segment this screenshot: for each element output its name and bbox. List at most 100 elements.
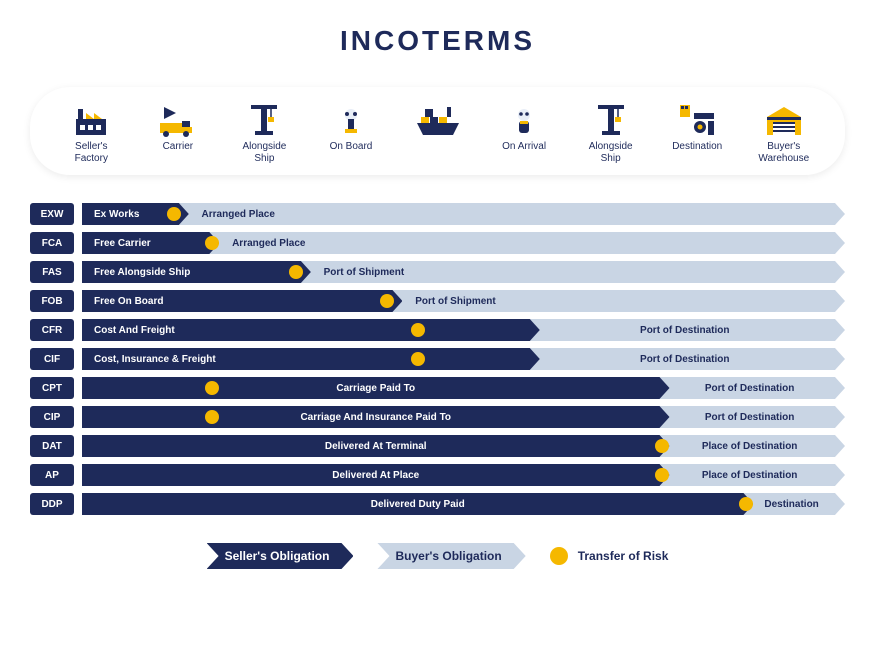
legend-seller: Seller's Obligation: [207, 543, 354, 569]
stage-container-ship: [394, 101, 481, 141]
incoterm-row: EXW Arranged Place Ex Works: [30, 203, 845, 225]
stage-crane: AlongsideShip: [567, 101, 654, 165]
stage-crane: AlongsideShip: [221, 101, 308, 165]
seller-bar: Delivered At Place: [82, 464, 670, 486]
incoterm-code: EXW: [30, 203, 74, 225]
legend-buyer: Buyer's Obligation: [377, 543, 525, 569]
warehouse-icon: [741, 101, 828, 137]
buyer-bar: Place of Destination: [654, 435, 845, 457]
carrier-icon: [135, 101, 222, 137]
seller-label: Delivered At Terminal: [325, 441, 427, 452]
risk-dot-icon: [205, 236, 219, 250]
buyer-bar: Arranged Place: [204, 232, 845, 254]
incoterm-row: FCA Arranged Place Free Carrier: [30, 232, 845, 254]
incoterm-code: FOB: [30, 290, 74, 312]
incoterm-code: CFR: [30, 319, 74, 341]
risk-dot-icon: [655, 439, 669, 453]
incoterm-code: FCA: [30, 232, 74, 254]
incoterm-code: CIP: [30, 406, 74, 428]
stage-destination: Destination: [654, 101, 741, 153]
buyer-label: Place of Destination: [702, 470, 798, 481]
seller-bar: Free Carrier: [82, 232, 219, 254]
destination-icon: [654, 101, 741, 137]
buyer-label: Arranged Place: [202, 209, 275, 220]
seller-bar: Free Alongside Ship: [82, 261, 311, 283]
buyer-label: Place of Destination: [702, 441, 798, 452]
buyer-bar: Port of Destination: [654, 406, 845, 428]
buyer-bar: Arranged Place: [174, 203, 845, 225]
risk-dot-icon: [655, 468, 669, 482]
risk-dot-icon: [205, 410, 219, 424]
stage-warehouse: Buyer'sWarehouse: [741, 101, 828, 165]
incoterm-rows: EXW Arranged Place Ex Works FCA Arranged Pla…: [30, 203, 845, 515]
seller-label: Delivered At Place: [332, 470, 419, 481]
seller-bar: Carriage And Insurance Paid To: [82, 406, 670, 428]
stage-label: Carrier: [135, 141, 222, 153]
stage-label: Seller'sFactory: [48, 141, 135, 165]
buyer-label: Port of Shipment: [324, 267, 405, 278]
risk-dot-icon: [167, 207, 181, 221]
seller-label: Free On Board: [94, 296, 163, 307]
seller-label: Ex Works: [94, 209, 139, 220]
buyer-label: Port of Destination: [640, 354, 729, 365]
risk-dot-icon: [205, 381, 219, 395]
seller-label: Delivered Duty Paid: [371, 499, 465, 510]
buyer-bar: Port of Destination: [654, 377, 845, 399]
incoterm-row: CIF Port of Destination Cost, Insurance & …: [30, 348, 845, 370]
bar-track: Arranged Place Free Carrier: [82, 232, 845, 254]
seller-label: Free Alongside Ship: [94, 267, 190, 278]
incoterm-code: CPT: [30, 377, 74, 399]
buyer-bar: Port of Shipment: [387, 290, 845, 312]
stage-carrier: Carrier: [135, 101, 222, 153]
seller-label: Cost, Insurance & Freight: [94, 354, 216, 365]
incoterm-code: DAT: [30, 435, 74, 457]
factory-icon: [48, 101, 135, 137]
risk-dot-icon: [289, 265, 303, 279]
seller-label: Carriage Paid To: [336, 383, 415, 394]
incoterm-code: CIF: [30, 348, 74, 370]
buyer-bar: Place of Destination: [654, 464, 845, 486]
stage-label: AlongsideShip: [567, 141, 654, 165]
bar-track: Place of Destination Delivered At Termina…: [82, 435, 845, 457]
container-ship-icon: [394, 101, 481, 137]
bar-track: Port of DestinationCarriage And Insuranc…: [82, 406, 845, 428]
seller-bar: Free On Board: [82, 290, 402, 312]
page-title: INCOTERMS: [30, 25, 845, 57]
stages-bar: Seller'sFactoryCarrierAlongsideShipOn Bo…: [30, 87, 845, 175]
incoterm-row: DAT Place of Destination Delivered At Term…: [30, 435, 845, 457]
stage-label: On Board: [308, 141, 395, 153]
risk-dot-icon: [739, 497, 753, 511]
buyer-label: Arranged Place: [232, 238, 305, 249]
incoterm-row: CIP Port of DestinationCarriage And Insur…: [30, 406, 845, 428]
person-icon: [481, 101, 568, 137]
legend: Seller's Obligation Buyer's Obligation T…: [30, 543, 845, 569]
bar-track: Port of Destination Cost, Insurance & Fre…: [82, 348, 845, 370]
incoterm-row: CFR Port of DestinationCost And Freight: [30, 319, 845, 341]
seller-label: Free Carrier: [94, 238, 151, 249]
buyer-label: Port of Shipment: [415, 296, 496, 307]
incoterm-row: APPlace of DestinationDelivered At Place: [30, 464, 845, 486]
risk-dot-icon: [411, 352, 425, 366]
stage-factory: Seller'sFactory: [48, 101, 135, 165]
seller-bar: Cost And Freight: [82, 319, 540, 341]
stage-label: Destination: [654, 141, 741, 153]
buyer-label: Port of Destination: [705, 383, 794, 394]
risk-dot-icon: [550, 547, 568, 565]
ship-icon: [308, 101, 395, 137]
bar-track: Port of Shipment Free Alongside Ship: [82, 261, 845, 283]
stage-person: On Arrival: [481, 101, 568, 153]
bar-track: Place of Destination Delivered At Place: [82, 464, 845, 486]
buyer-bar: Port of Shipment: [296, 261, 845, 283]
stage-label: On Arrival: [481, 141, 568, 153]
bar-track: Destination Delivered Duty Paid: [82, 493, 845, 515]
stage-label: Buyer'sWarehouse: [741, 141, 828, 165]
incoterm-row: CPT Port of Destination Carriage Paid To: [30, 377, 845, 399]
incoterm-row: FOB Port of Shipment Free On Board: [30, 290, 845, 312]
risk-dot-icon: [411, 323, 425, 337]
seller-label: Cost And Freight: [94, 325, 175, 336]
incoterm-code: DDP: [30, 493, 74, 515]
bar-track: Port of DestinationCost And Freight: [82, 319, 845, 341]
incoterm-code: FAS: [30, 261, 74, 283]
buyer-label: Destination: [764, 499, 818, 510]
stage-ship: On Board: [308, 101, 395, 153]
